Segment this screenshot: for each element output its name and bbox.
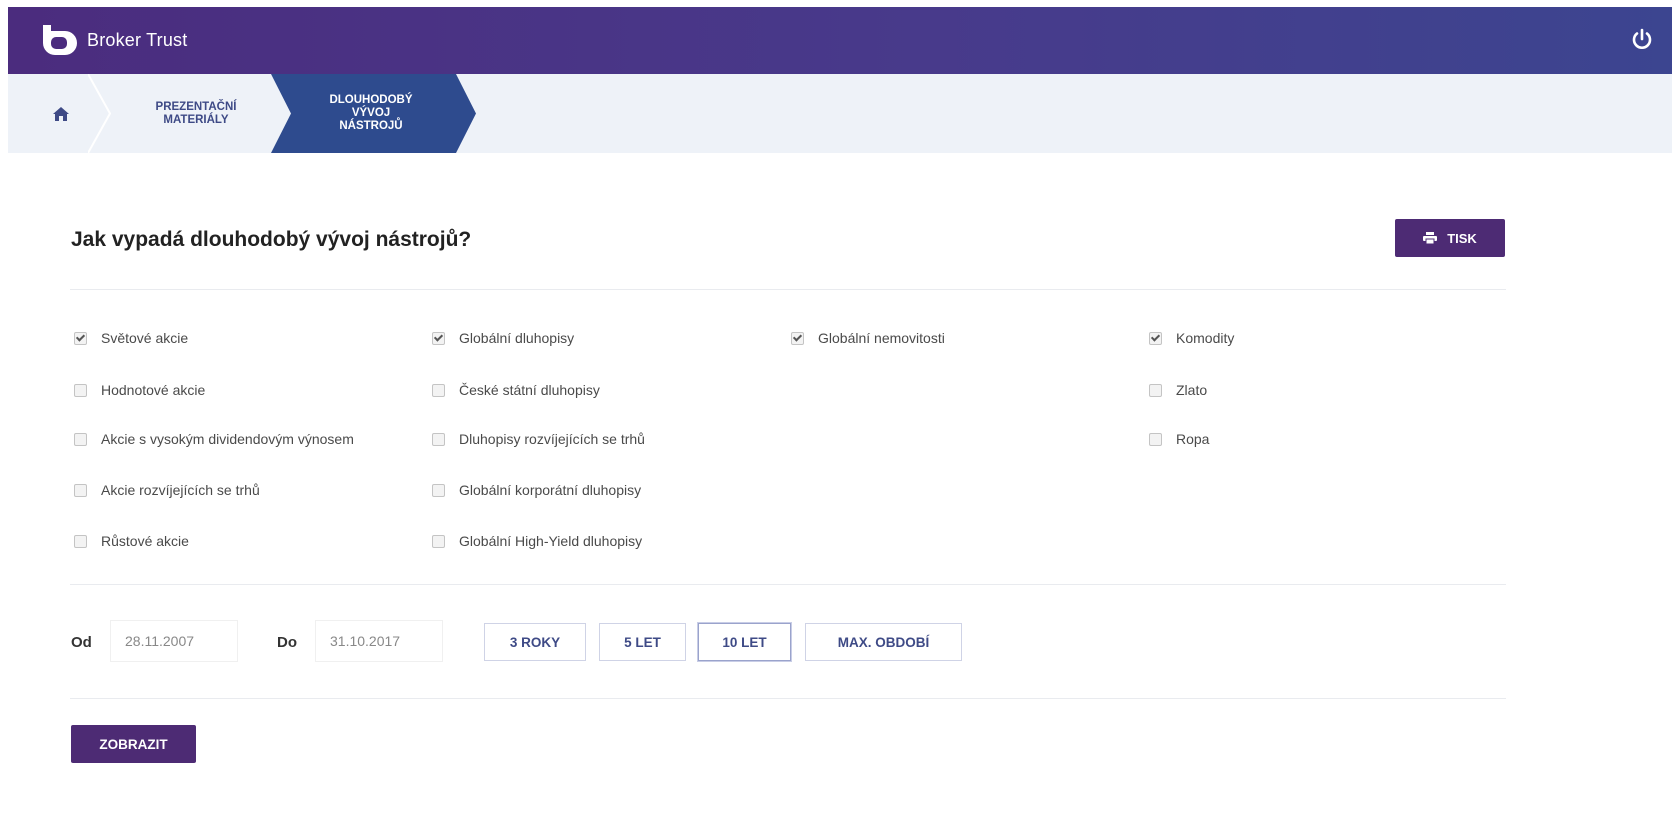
checkbox-globalni-korporatni-dluhopisy[interactable]: Globální korporátní dluhopisy bbox=[432, 480, 641, 500]
checkbox[interactable] bbox=[74, 331, 87, 345]
print-button[interactable]: TISK bbox=[1395, 219, 1505, 257]
checkbox-globalni-high-yield-dluhopisy[interactable]: Globální High-Yield dluhopisy bbox=[432, 531, 642, 551]
broker-trust-logo-icon bbox=[43, 25, 77, 55]
checkbox-akcie-rozvijejicich-se-trhu[interactable]: Akcie rozvíjejících se trhů bbox=[74, 480, 260, 500]
checkbox[interactable] bbox=[1149, 383, 1162, 397]
checkbox-hodnotove-akcie[interactable]: Hodnotové akcie bbox=[74, 380, 205, 400]
breadcrumb-separator bbox=[88, 74, 112, 153]
date-to-input[interactable] bbox=[315, 620, 443, 662]
breadcrumb-item-dlouhodoby-vyvoj[interactable]: DLOUHODOBÝ VÝVOJ NÁSTROJŮ bbox=[271, 74, 476, 153]
checkbox[interactable] bbox=[74, 483, 87, 497]
checkbox[interactable] bbox=[1149, 331, 1162, 345]
checkbox-komodity[interactable]: Komodity bbox=[1149, 328, 1234, 348]
checkbox[interactable] bbox=[791, 331, 804, 345]
breadcrumb: PREZENTAČNÍ MATERIÁLY DLOUHODOBÝ VÝVOJ NÁST… bbox=[8, 74, 1672, 153]
checkbox-globalni-dluhopisy[interactable]: Globální dluhopisy bbox=[432, 328, 574, 348]
to-label: Do bbox=[277, 634, 297, 651]
from-label: Od bbox=[71, 634, 92, 651]
power-icon[interactable] bbox=[1630, 27, 1654, 51]
top-bar: Broker Trust bbox=[8, 7, 1672, 74]
range-max-period-button[interactable]: MAX. OBDOBÍ bbox=[805, 623, 962, 661]
date-from-input[interactable] bbox=[110, 620, 238, 662]
checkbox[interactable] bbox=[74, 432, 87, 446]
range-5-years-button[interactable]: 5 LET bbox=[599, 623, 686, 661]
checkbox[interactable] bbox=[432, 483, 445, 497]
home-icon bbox=[53, 107, 69, 121]
print-button-label: TISK bbox=[1447, 230, 1477, 246]
range-10-years-button[interactable]: 10 LET bbox=[698, 623, 791, 661]
checkbox[interactable] bbox=[74, 534, 87, 548]
checkbox[interactable] bbox=[1149, 432, 1162, 446]
breadcrumb-home[interactable] bbox=[8, 74, 112, 153]
checkbox-dluhopisy-rozvijejicich-se-trhu[interactable]: Dluhopisy rozvíjejících se trhů bbox=[432, 429, 645, 449]
range-3-years-button[interactable]: 3 ROKY bbox=[484, 623, 586, 661]
checkbox[interactable] bbox=[432, 534, 445, 548]
divider bbox=[70, 584, 1506, 585]
divider bbox=[70, 698, 1506, 699]
checkbox[interactable] bbox=[74, 383, 87, 397]
page-title: Jak vypadá dlouhodobý vývoj nástrojů? bbox=[71, 228, 472, 251]
printer-icon bbox=[1423, 232, 1438, 244]
breadcrumb-item-prezentacni-materialy[interactable]: PREZENTAČNÍ MATERIÁLY bbox=[111, 74, 281, 153]
checkbox[interactable] bbox=[432, 432, 445, 446]
checkbox-akcie-vysoky-dividendovy-vynos[interactable]: Akcie s vysokým dividendovým výnosem bbox=[74, 429, 354, 449]
checkbox-svetove-akcie[interactable]: Světové akcie bbox=[74, 328, 188, 348]
checkbox-globalni-nemovitosti[interactable]: Globální nemovitosti bbox=[791, 328, 945, 348]
brand-logo[interactable]: Broker Trust bbox=[39, 23, 187, 57]
show-button[interactable]: ZOBRAZIT bbox=[71, 725, 196, 763]
brand-name: Broker Trust bbox=[87, 29, 188, 50]
checkbox-zlato[interactable]: Zlato bbox=[1149, 380, 1207, 400]
checkbox[interactable] bbox=[432, 331, 445, 345]
checkbox-ropa[interactable]: Ropa bbox=[1149, 429, 1209, 449]
checkbox-rustove-akcie[interactable]: Růstové akcie bbox=[74, 531, 189, 551]
divider bbox=[70, 289, 1506, 290]
checkbox-ceske-statni-dluhopisy[interactable]: České státní dluhopisy bbox=[432, 380, 600, 400]
checkbox[interactable] bbox=[432, 383, 445, 397]
